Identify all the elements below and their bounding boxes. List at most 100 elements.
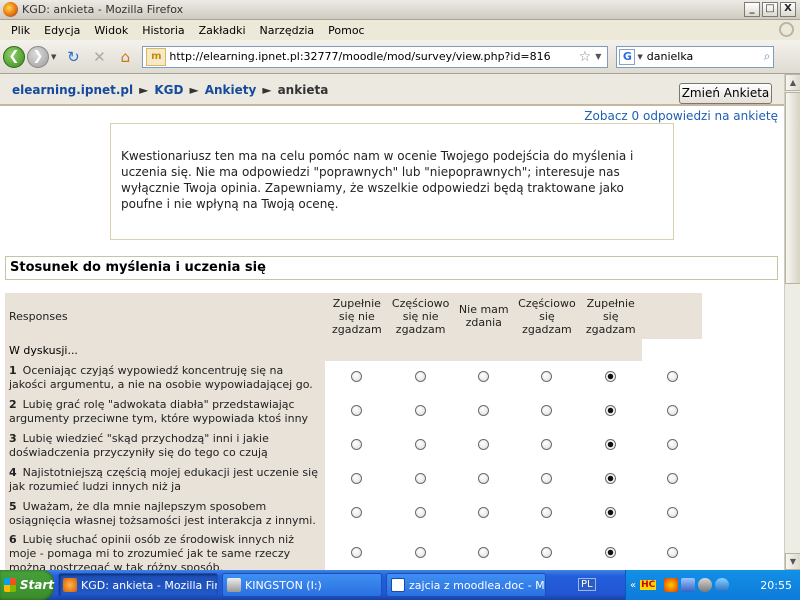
breadcrumb-site-link[interactable]: elearning.ipnet.pl bbox=[12, 83, 133, 97]
search-icon[interactable]: ⌕ bbox=[764, 49, 771, 64]
answer-radio-4[interactable] bbox=[541, 507, 553, 518]
answer-radio-5[interactable] bbox=[605, 405, 617, 416]
maximize-button[interactable]: □ bbox=[762, 2, 778, 17]
answer-radio-4[interactable] bbox=[541, 371, 553, 382]
breadcrumb-surveys-link[interactable]: Ankiety bbox=[205, 83, 257, 97]
answer-radio-3[interactable] bbox=[478, 405, 490, 416]
answer-radio-4[interactable] bbox=[541, 547, 553, 558]
group-row: W dyskusji... bbox=[5, 339, 702, 361]
answer-cell bbox=[325, 429, 389, 463]
scrollbar-thumb[interactable] bbox=[785, 92, 800, 284]
question-label: Lubię grać rolę "adwokata diabła" przeds… bbox=[9, 398, 309, 425]
answer-radio-1[interactable] bbox=[351, 547, 363, 558]
close-button[interactable]: X bbox=[780, 2, 796, 17]
answer-radio-5[interactable] bbox=[605, 507, 617, 518]
answer-cell bbox=[388, 395, 453, 429]
menu-tools[interactable]: Narzędzia bbox=[253, 24, 322, 37]
answer-radio-6[interactable] bbox=[666, 507, 678, 518]
search-input[interactable]: danielka bbox=[643, 50, 764, 63]
volume-icon[interactable] bbox=[698, 578, 713, 592]
answer-radio-6[interactable] bbox=[666, 439, 678, 450]
menu-file[interactable]: Plik bbox=[4, 24, 37, 37]
menu-edit[interactable]: Edycja bbox=[37, 24, 87, 37]
drive-icon bbox=[227, 578, 241, 592]
network-icon[interactable] bbox=[681, 578, 696, 592]
answer-cell bbox=[579, 429, 643, 463]
stop-icon[interactable]: ✕ bbox=[88, 46, 110, 68]
answer-radio-3[interactable] bbox=[478, 507, 490, 518]
forward-button[interactable]: ❯ bbox=[27, 45, 49, 68]
reload-icon[interactable]: ↻ bbox=[62, 46, 84, 68]
tray-hc-icon[interactable]: HC bbox=[640, 580, 657, 590]
answer-radio-5[interactable] bbox=[605, 371, 617, 382]
answer-radio-5[interactable] bbox=[605, 547, 617, 558]
vertical-scrollbar[interactable]: ▲ ▼ bbox=[784, 74, 800, 570]
minimize-button[interactable]: _ bbox=[744, 2, 760, 17]
tray-expand-icon[interactable]: « bbox=[630, 580, 636, 591]
answer-radio-1[interactable] bbox=[351, 405, 363, 416]
answer-radio-3[interactable] bbox=[478, 371, 490, 382]
home-icon[interactable]: ⌂ bbox=[114, 46, 136, 68]
breadcrumb-course-link[interactable]: KGD bbox=[154, 83, 183, 97]
taskbar-item-drive[interactable]: KINGSTON (I:) bbox=[222, 573, 382, 597]
question-label: Lubię wiedzieć "skąd przychodzą" inni i … bbox=[9, 432, 269, 459]
window-controls: _ □ X bbox=[744, 2, 796, 17]
security-icon[interactable] bbox=[715, 578, 730, 592]
answer-radio-3[interactable] bbox=[478, 473, 490, 484]
answer-radio-2[interactable] bbox=[415, 371, 427, 382]
answer-radio-1[interactable] bbox=[351, 439, 363, 450]
back-button[interactable]: ❮ bbox=[3, 45, 25, 68]
answer-radio-4[interactable] bbox=[541, 405, 553, 416]
answer-radio-6[interactable] bbox=[666, 371, 678, 382]
menu-view[interactable]: Widok bbox=[87, 24, 135, 37]
answer-cell bbox=[514, 395, 580, 429]
view-responses-link[interactable]: Zobacz 0 odpowiedzi na ankietę bbox=[584, 109, 778, 123]
answer-radio-1[interactable] bbox=[351, 371, 363, 382]
answer-radio-6[interactable] bbox=[666, 405, 678, 416]
answer-radio-4[interactable] bbox=[541, 473, 553, 484]
answer-cell bbox=[452, 395, 515, 429]
answer-radio-4[interactable] bbox=[541, 439, 553, 450]
answer-radio-2[interactable] bbox=[415, 439, 427, 450]
answer-cell bbox=[579, 361, 643, 395]
answer-cell bbox=[388, 463, 453, 497]
url-dropdown-icon[interactable]: ▼ bbox=[595, 52, 601, 61]
answer-radio-5[interactable] bbox=[605, 473, 617, 484]
answer-radio-3[interactable] bbox=[478, 547, 490, 558]
answer-radio-2[interactable] bbox=[415, 547, 427, 558]
question-number: 4 bbox=[9, 466, 17, 479]
breadcrumb: elearning.ipnet.pl ► KGD ► Ankiety ► ankieta bbox=[12, 83, 328, 97]
section-heading: Stosunek do myślenia i uczenia się bbox=[5, 256, 778, 280]
taskbar-item-firefox[interactable]: KGD: ankieta - Mozilla Fir... bbox=[58, 573, 218, 597]
start-button[interactable]: Start bbox=[0, 570, 54, 600]
question-label: Najistotniejszą częścią mojej edukacji j… bbox=[9, 466, 318, 493]
survey-table: Responses Zupełnie się nie zgadzam Częśc… bbox=[5, 293, 702, 570]
menu-bookmarks[interactable]: Zakładki bbox=[192, 24, 253, 37]
url-text[interactable]: http://elearning.ipnet.pl:32777/moodle/m… bbox=[169, 50, 578, 63]
scroll-down-icon[interactable]: ▼ bbox=[785, 553, 800, 570]
taskbar-item-word[interactable]: zajcia z moodlea.doc - Mi... bbox=[386, 573, 546, 597]
answer-cell bbox=[514, 497, 580, 531]
antivirus-icon[interactable] bbox=[664, 578, 679, 592]
header-col-blank bbox=[642, 293, 702, 339]
answer-radio-5[interactable] bbox=[605, 439, 617, 450]
answer-radio-3[interactable] bbox=[478, 439, 490, 450]
answer-radio-2[interactable] bbox=[415, 473, 427, 484]
answer-radio-6[interactable] bbox=[666, 473, 678, 484]
answer-cell bbox=[514, 463, 580, 497]
answer-radio-2[interactable] bbox=[415, 507, 427, 518]
menu-history[interactable]: Historia bbox=[135, 24, 191, 37]
bookmark-star-icon[interactable]: ☆ bbox=[579, 49, 592, 65]
search-engine-icon[interactable]: G bbox=[619, 48, 636, 65]
address-bar[interactable]: m http://elearning.ipnet.pl:32777/moodle… bbox=[142, 45, 609, 68]
change-survey-button[interactable]: Zmień Ankieta bbox=[679, 83, 772, 104]
language-indicator[interactable]: PL bbox=[578, 578, 596, 591]
answer-radio-2[interactable] bbox=[415, 405, 427, 416]
scroll-up-icon[interactable]: ▲ bbox=[785, 74, 800, 91]
answer-radio-6[interactable] bbox=[666, 547, 678, 558]
search-bar[interactable]: G ▼ danielka ⌕ bbox=[616, 45, 775, 68]
answer-radio-1[interactable] bbox=[351, 507, 363, 518]
answer-radio-1[interactable] bbox=[351, 473, 363, 484]
history-dropdown-icon[interactable]: ▼ bbox=[51, 53, 56, 61]
menu-help[interactable]: Pomoc bbox=[321, 24, 371, 37]
